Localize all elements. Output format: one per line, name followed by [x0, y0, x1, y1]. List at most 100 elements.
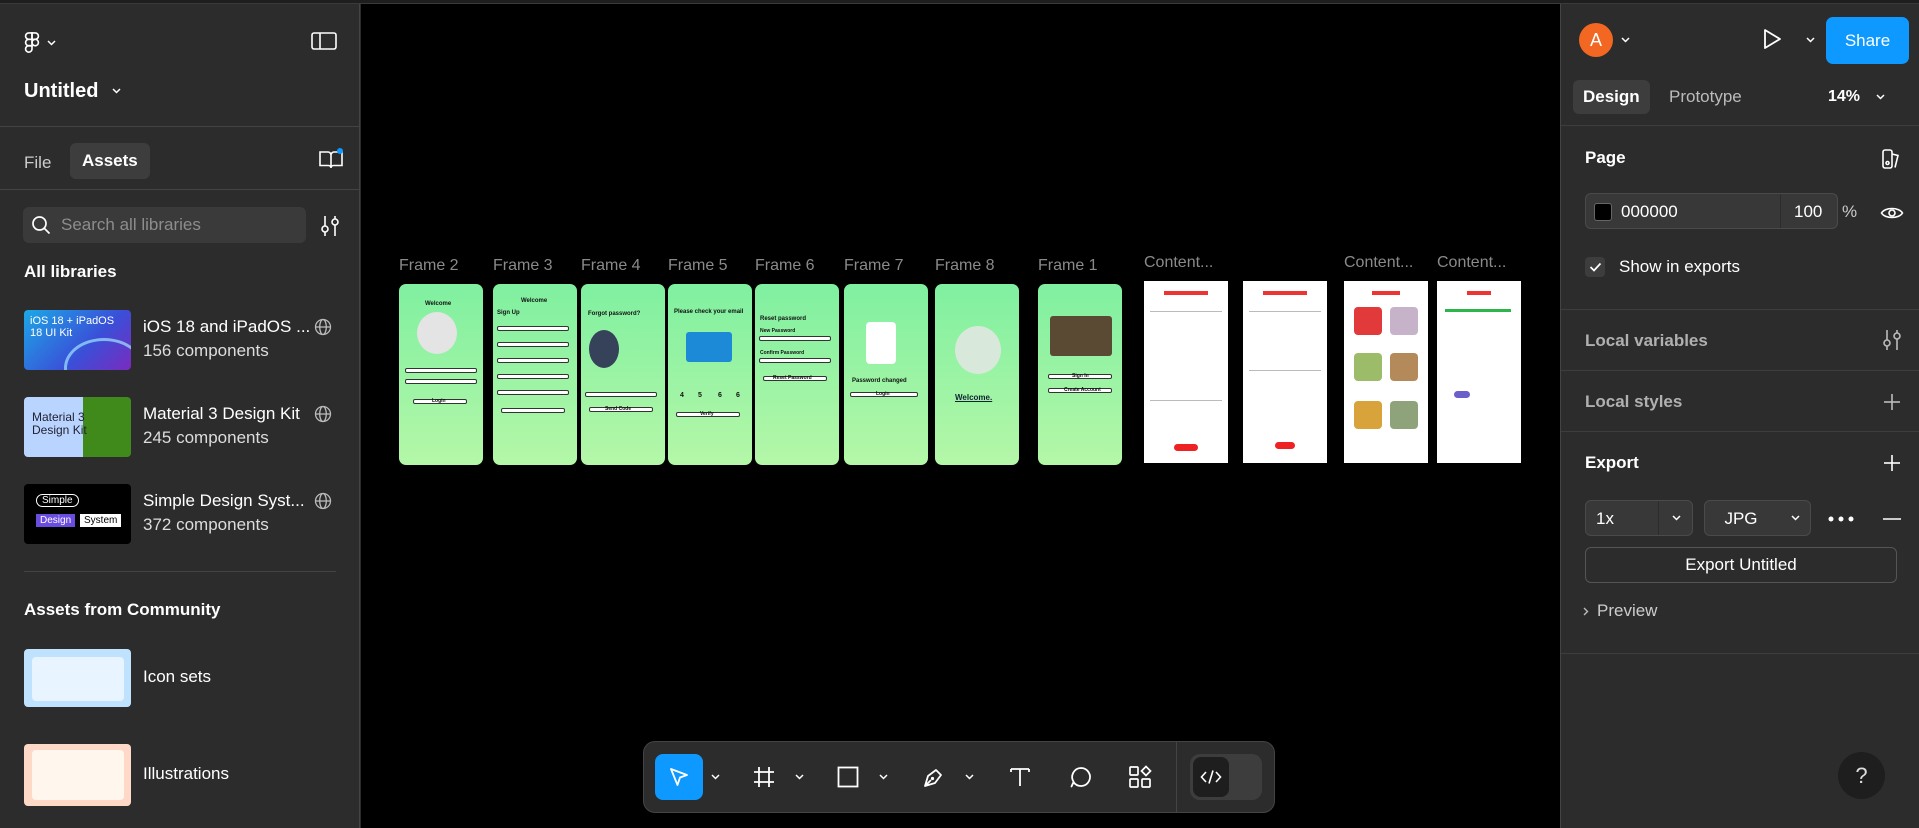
dev-mode-toggle[interactable]: [1190, 754, 1262, 800]
export-scale-select[interactable]: 1x: [1585, 500, 1693, 536]
content-frame-4[interactable]: [1437, 281, 1521, 463]
frame-label[interactable]: Frame 5: [668, 257, 728, 275]
preview-toggle[interactable]: Preview: [1583, 601, 1657, 621]
text-line-shape: [1445, 309, 1511, 312]
tab-file[interactable]: File: [24, 147, 51, 179]
community-item-icon-sets[interactable]: Icon sets: [24, 645, 340, 715]
frame-label[interactable]: Content...: [1344, 254, 1413, 272]
assets-tool-button[interactable]: [1120, 754, 1160, 800]
divider: [0, 189, 360, 190]
file-name: Untitled: [24, 79, 99, 102]
frame-5[interactable]: Please check your email 4 5 6 6 Verify: [668, 284, 752, 465]
plus-icon: [1883, 393, 1901, 411]
library-filter-button[interactable]: [320, 215, 340, 237]
move-tool-menu[interactable]: [708, 754, 722, 800]
export-format-select[interactable]: JPG: [1704, 500, 1811, 536]
frame-7[interactable]: Password changed Login: [844, 284, 928, 465]
field-label: Confirm Password: [760, 350, 805, 356]
frame-label[interactable]: Frame 2: [399, 257, 459, 275]
show-in-exports-checkbox[interactable]: Show in exports: [1585, 257, 1740, 277]
library-name: iOS 18 and iPadOS ...: [143, 317, 311, 336]
local-variables-title: Local variables: [1585, 331, 1708, 350]
frame-label[interactable]: Frame 3: [493, 257, 553, 275]
community-item-illustrations[interactable]: Illustrations: [24, 742, 340, 812]
left-panel: Untitled File Assets Search all librarie…: [0, 4, 360, 828]
search-placeholder: Search all libraries: [61, 215, 201, 234]
library-button[interactable]: [318, 148, 344, 170]
avatar-menu[interactable]: [1621, 37, 1630, 43]
local-styles-title: Local styles: [1585, 392, 1683, 411]
tab-design[interactable]: Design: [1573, 80, 1650, 114]
icon-grid-shape: [32, 657, 124, 701]
text-tool-button[interactable]: [1000, 754, 1040, 800]
canvas[interactable]: Frame 2 Frame 3 Frame 4 Frame 5 Frame 6 …: [361, 4, 1560, 828]
user-avatar[interactable]: A: [1579, 23, 1613, 57]
frame-2[interactable]: Welcome Login: [399, 284, 483, 465]
help-button[interactable]: ?: [1838, 752, 1885, 799]
percent-sign: %: [1842, 202, 1858, 221]
present-menu[interactable]: [1806, 37, 1815, 43]
product-thumb: [1390, 353, 1418, 381]
frame-3[interactable]: Welcome Sign Up: [493, 284, 577, 465]
toggle-sidebar-button[interactable]: [311, 31, 337, 51]
add-export-button[interactable]: [1883, 454, 1901, 472]
frame-label[interactable]: Frame 6: [755, 257, 815, 275]
tab-prototype[interactable]: Prototype: [1669, 80, 1742, 114]
page-style-button[interactable]: [1881, 148, 1903, 170]
frame-tool-menu[interactable]: [792, 754, 806, 800]
page-color-field[interactable]: 000000 100 %: [1585, 193, 1857, 229]
content-frame-3[interactable]: [1344, 281, 1428, 463]
local-styles-section[interactable]: Local styles: [1561, 370, 1919, 431]
frame-tool-button[interactable]: [744, 754, 784, 800]
library-item-ios[interactable]: iOS 18 + iPadOS 18 UI Kit iOS 18 and iPa…: [24, 310, 340, 380]
shape-tool-menu[interactable]: [876, 754, 890, 800]
library-item-material[interactable]: Material 3 Design Kit Material 3 Design …: [24, 397, 340, 467]
library-count: 156 components: [143, 341, 269, 360]
form-shape: [1150, 311, 1222, 401]
add-style-button[interactable]: [1883, 393, 1901, 411]
frame-label[interactable]: Frame 4: [581, 257, 641, 275]
sliders-icon: [320, 215, 340, 237]
content-frame-2[interactable]: [1243, 281, 1327, 463]
otp-digit: 6: [718, 392, 722, 399]
main-menu-button[interactable]: [24, 28, 56, 58]
frame-label[interactable]: Frame 1: [1038, 257, 1098, 275]
library-name: Material 3 Design Kit: [143, 404, 300, 423]
search-input[interactable]: Search all libraries: [23, 207, 306, 243]
frame-8[interactable]: Welcome.: [935, 284, 1019, 465]
product-thumb: [1390, 401, 1418, 429]
frame-6[interactable]: Reset password New Password Confirm Pass…: [755, 284, 839, 465]
visibility-toggle[interactable]: [1880, 205, 1904, 221]
export-settings-button[interactable]: [1828, 516, 1854, 522]
frame-label[interactable]: Frame 8: [935, 257, 995, 275]
otp-digit: 4: [680, 392, 684, 399]
comment-tool-button[interactable]: [1061, 754, 1101, 800]
local-variables-section[interactable]: Local variables: [1561, 309, 1919, 370]
product-thumb: [1390, 307, 1418, 335]
zoom-menu[interactable]: 14%: [1828, 80, 1885, 114]
remove-export-button[interactable]: [1883, 518, 1901, 520]
tab-assets[interactable]: Assets: [70, 143, 150, 179]
dev-mode-knob: [1193, 757, 1229, 797]
frame-label[interactable]: Content...: [1437, 254, 1506, 272]
export-button[interactable]: Export Untitled: [1585, 547, 1897, 583]
share-button[interactable]: Share: [1826, 17, 1909, 64]
tab-prototype-label: Prototype: [1669, 87, 1742, 106]
all-libraries-heading: All libraries: [24, 262, 117, 281]
content-frame-1[interactable]: [1144, 281, 1228, 463]
frame-label[interactable]: Frame 7: [844, 257, 904, 275]
file-name-menu[interactable]: Untitled: [24, 76, 121, 106]
field-divider: [1780, 194, 1781, 228]
move-tool-button[interactable]: [655, 754, 703, 800]
library-item-simple[interactable]: Simple Design System Simple Design Syst.…: [24, 484, 340, 554]
submit-button-shape: [1174, 444, 1198, 451]
present-button[interactable]: [1762, 28, 1782, 50]
comment-icon: [1069, 765, 1093, 789]
pen-tool-button[interactable]: [914, 754, 954, 800]
pen-tool-menu[interactable]: [962, 754, 976, 800]
frame-4[interactable]: Forgot password? Send Code: [581, 284, 665, 465]
variables-button[interactable]: [1882, 329, 1902, 351]
frame-1[interactable]: Sign In Create Account: [1038, 284, 1122, 465]
frame-label[interactable]: Content...: [1144, 254, 1213, 272]
shape-tool-button[interactable]: [828, 754, 868, 800]
